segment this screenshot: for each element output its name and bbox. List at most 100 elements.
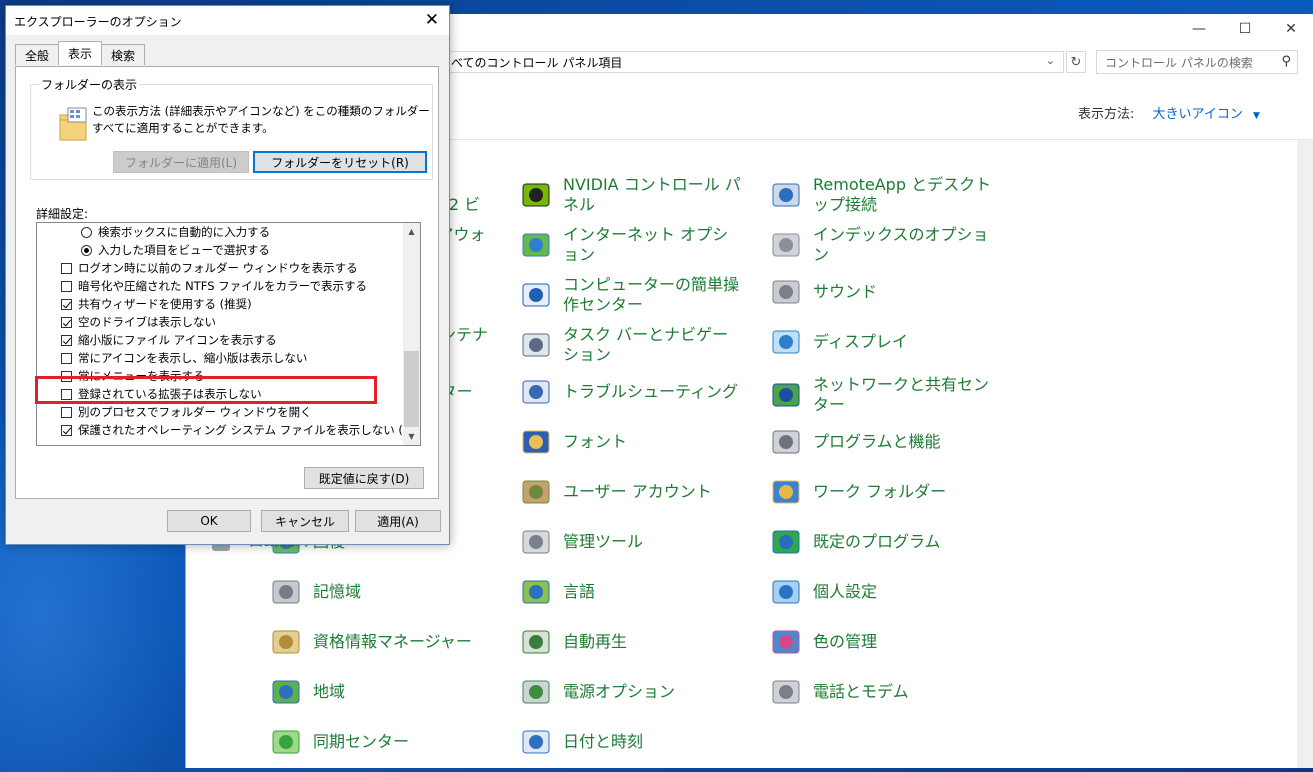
search-input[interactable]: コントロール パネルの検索 ⚲ xyxy=(1096,50,1298,74)
close-button[interactable]: ✕ xyxy=(1268,14,1313,44)
scroll-down-icon[interactable]: ▼ xyxy=(403,428,420,445)
checkbox-option[interactable]: 縮小版にファイル アイコンを表示する xyxy=(61,331,277,349)
cp-item-label: 自動再生 xyxy=(563,632,628,651)
radio-option[interactable]: 検索ボックスに自動的に入力する xyxy=(81,223,270,241)
tab-search[interactable]: 検索 xyxy=(101,44,146,65)
scroll-thumb[interactable] xyxy=(404,351,419,427)
checkbox-option[interactable]: ログオン時に以前のフォルダー ウィンドウを表示する xyxy=(61,259,358,277)
view-by-label: 表示方法: xyxy=(1078,107,1135,122)
cp-item[interactable]: 電源オプション xyxy=(519,675,675,709)
checkbox[interactable] xyxy=(61,424,72,436)
view-tab-panel: フォルダーの表示 この表示方法 (詳細表示やアイコンなど) をこの種類のフォルダ… xyxy=(15,66,439,499)
cp-item[interactable]: フォント xyxy=(519,425,627,459)
search-icon[interactable]: ⚲ xyxy=(1281,54,1291,69)
cp-item[interactable]: タスク バーとナビゲーション xyxy=(519,325,743,365)
checkbox[interactable] xyxy=(61,316,72,328)
cp-item-label: インデックスのオプション xyxy=(813,225,989,264)
cp-item[interactable]: RemoteApp とデスクトップ接続 xyxy=(769,175,993,215)
cp-item[interactable]: NVIDIA コントロール パネル xyxy=(519,175,743,215)
cp-item-label: 個人設定 xyxy=(813,582,878,601)
list-scrollbar[interactable]: ▲ ▼ xyxy=(403,223,420,445)
cp-item[interactable]: 既定のプログラム xyxy=(769,525,941,559)
checkbox-option[interactable]: 空のドライブは表示しない xyxy=(61,313,216,331)
cp-item-label: タスク バーとナビゲーション xyxy=(563,325,729,364)
cp-item[interactable]: ディスプレイ xyxy=(769,325,908,359)
cp-item[interactable]: インターネット オプション xyxy=(519,225,743,265)
cp-item[interactable]: 管理ツール xyxy=(519,525,643,559)
cp-item[interactable]: ネットワークと共有センター xyxy=(769,375,993,415)
checkbox-option[interactable]: 保護されたオペレーティング システム ファイルを表示しない (推奨) xyxy=(61,421,420,439)
view-by-dropdown[interactable]: 大きいアイコン xyxy=(1153,107,1243,122)
restore-defaults-button[interactable]: 既定値に戻す(D) xyxy=(304,467,424,489)
checkbox-option[interactable]: 共有ウィザードを使用する (推奨) xyxy=(61,295,252,313)
cp-item[interactable]: 同期センター xyxy=(269,725,409,759)
checkbox[interactable] xyxy=(61,298,72,310)
checkbox-option[interactable]: 暗号化や圧縮された NTFS ファイルをカラーで表示する xyxy=(61,277,367,295)
apply-to-folders-button[interactable]: フォルダーに適用(L) xyxy=(113,151,249,173)
tab-general[interactable]: 全般 xyxy=(15,44,60,65)
refresh-button[interactable]: ↻ xyxy=(1066,51,1086,73)
checkbox-option[interactable]: 常にアイコンを表示し、縮小版は表示しない xyxy=(61,349,307,367)
cp-item[interactable]: 言語 xyxy=(519,575,595,609)
option-label: 検索ボックスに自動的に入力する xyxy=(98,225,271,239)
personalization-icon xyxy=(769,575,803,609)
tab-view[interactable]: 表示 xyxy=(58,41,103,65)
cp-item-label: ワーク フォルダー xyxy=(813,482,947,501)
cp-item-label: コンピューターの簡単操作センター xyxy=(563,275,740,314)
reset-folders-button[interactable]: フォルダーをリセット(R) xyxy=(253,151,427,173)
cp-item[interactable]: インデックスのオプション xyxy=(769,225,993,265)
checkbox[interactable] xyxy=(61,280,72,292)
cp-item[interactable]: 色の管理 xyxy=(769,625,877,659)
cp-item[interactable]: プログラムと機能 xyxy=(769,425,941,459)
scrollbar[interactable] xyxy=(1297,140,1313,768)
cp-item[interactable]: 資格情報マネージャー xyxy=(269,625,472,659)
dialog-title: エクスプローラーのオプション xyxy=(14,15,182,29)
checkbox-option[interactable]: 別のプロセスでフォルダー ウィンドウを開く xyxy=(61,403,312,421)
radio-button[interactable] xyxy=(81,226,92,238)
checkbox[interactable] xyxy=(61,262,72,274)
taskbar-icon xyxy=(519,328,553,362)
storage-icon xyxy=(269,575,303,609)
cp-item-label: 資格情報マネージャー xyxy=(313,632,472,651)
checkbox[interactable] xyxy=(61,352,72,364)
minimize-button[interactable]: — xyxy=(1176,14,1222,44)
cp-item[interactable]: サウンド xyxy=(769,275,877,309)
highlight-box xyxy=(35,376,377,404)
cp-item[interactable]: 個人設定 xyxy=(769,575,877,609)
cp-item[interactable]: 地域 xyxy=(269,675,345,709)
search-placeholder: コントロール パネルの検索 xyxy=(1105,55,1253,70)
color-management-icon xyxy=(769,625,803,659)
chevron-down-icon[interactable]: ⌄ xyxy=(1046,54,1055,67)
cp-item[interactable]: 電話とモデム xyxy=(769,675,909,709)
advanced-settings-label: 詳細設定: xyxy=(36,207,89,221)
phone-modem-icon xyxy=(769,675,803,709)
cp-item[interactable]: 日付と時刻 xyxy=(519,725,643,759)
cp-item[interactable]: コンピューターの簡単操作センター xyxy=(519,275,743,315)
cp-item[interactable]: 記憶域 xyxy=(269,575,361,609)
scroll-up-icon[interactable]: ▲ xyxy=(403,223,420,240)
cp-item-label: プログラムと機能 xyxy=(813,432,941,451)
cp-item-label: 管理ツール xyxy=(563,532,644,551)
advanced-settings-list[interactable]: 検索ボックスに自動的に入力する入力した項目をビューで選択するログオン時に以前のフ… xyxy=(36,222,421,446)
radio-option[interactable]: 入力した項目をビューで選択する xyxy=(81,241,270,259)
cancel-button[interactable]: キャンセル xyxy=(261,510,349,532)
close-icon[interactable]: ✕ xyxy=(425,10,439,30)
cp-item[interactable]: ワーク フォルダー xyxy=(769,475,946,509)
cp-item[interactable]: 自動再生 xyxy=(519,625,627,659)
checkbox[interactable] xyxy=(61,406,72,418)
apply-button[interactable]: 適用(A) xyxy=(355,510,441,532)
cp-item-label: フォント xyxy=(563,432,628,451)
triangle-down-icon[interactable]: ▼ xyxy=(1253,111,1260,121)
work-folders-icon xyxy=(769,475,803,509)
user-accounts-icon xyxy=(519,475,553,509)
option-label: ログオン時に以前のフォルダー ウィンドウを表示する xyxy=(78,261,358,275)
ok-button[interactable]: OK xyxy=(167,510,251,532)
window-controls: — ☐ ✕ xyxy=(1176,14,1313,44)
maximize-button[interactable]: ☐ xyxy=(1222,14,1268,44)
cp-item[interactable]: ユーザー アカウント xyxy=(519,475,712,509)
cp-item-label: 日付と時刻 xyxy=(563,732,644,751)
cp-item[interactable]: トラブルシューティング xyxy=(519,375,738,409)
checkbox[interactable] xyxy=(61,334,72,346)
radio-button[interactable] xyxy=(81,244,92,256)
folder-view-description: この表示方法 (詳細表示やアイコンなど) をこの種類のフォルダーすべてに適用する… xyxy=(92,104,430,135)
